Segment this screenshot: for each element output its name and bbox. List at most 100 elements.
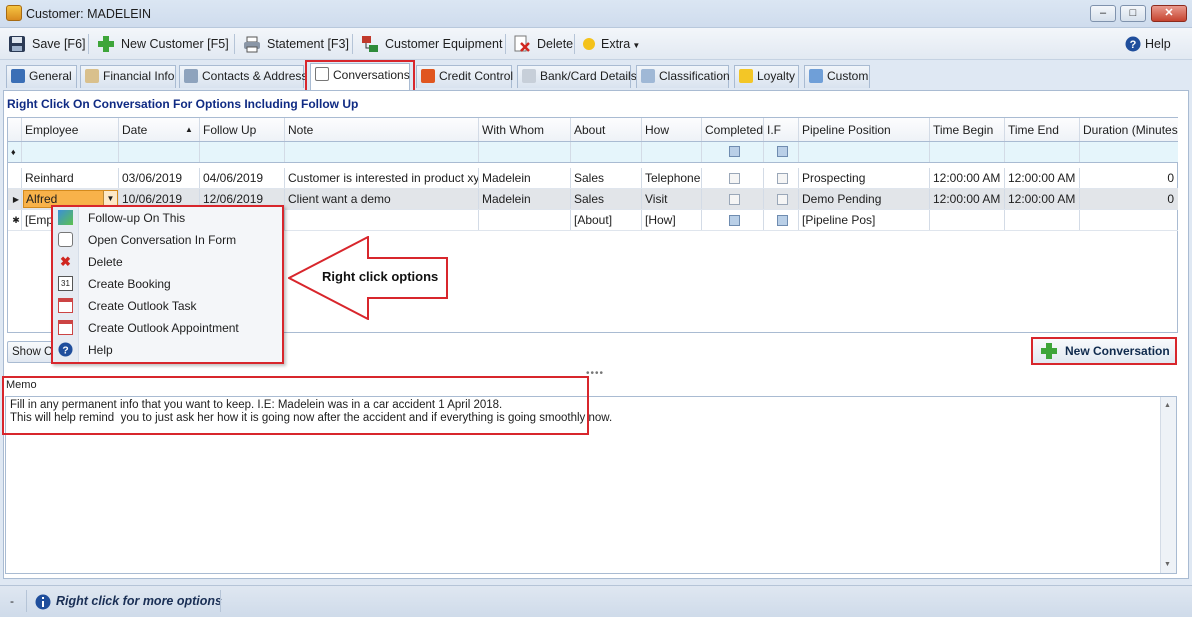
filter-cell[interactable] bbox=[1005, 142, 1080, 162]
tab-conversations[interactable]: Conversations bbox=[310, 63, 410, 90]
svg-text:?: ? bbox=[1130, 39, 1137, 51]
note-cell[interactable]: Client want a demo bbox=[285, 189, 479, 209]
customer-equipment-button[interactable]: Customer Equipment bbox=[361, 34, 502, 54]
completed-filter-checkbox[interactable] bbox=[728, 146, 740, 158]
filter-cell[interactable] bbox=[930, 142, 1005, 162]
new-conversation-button[interactable]: New Conversation bbox=[1031, 337, 1177, 365]
employee-cell[interactable]: Reinhard bbox=[22, 168, 119, 188]
scroll-down-icon[interactable]: ▼ bbox=[1164, 561, 1171, 568]
column-header[interactable]: Time Begin bbox=[930, 118, 1005, 141]
filter-cell[interactable] bbox=[200, 142, 285, 162]
tab-credit-control[interactable]: Credit Control bbox=[416, 65, 513, 88]
filter-cell[interactable] bbox=[799, 142, 930, 162]
menu-item-create-outlook-task[interactable]: Create Outlook Task bbox=[53, 295, 282, 317]
column-header[interactable]: How bbox=[642, 118, 702, 141]
with-whom-cell[interactable] bbox=[479, 210, 571, 230]
show-customer-button[interactable]: Show Cu bbox=[7, 341, 57, 363]
memo-textarea[interactable]: Fill in any permanent info that you want… bbox=[5, 396, 1177, 574]
save-button[interactable]: Save [F6] bbox=[8, 34, 86, 54]
time-end-cell[interactable] bbox=[1005, 210, 1080, 230]
pipeline-cell[interactable]: [Pipeline Pos] bbox=[799, 210, 930, 230]
memo-scrollbar[interactable]: ▲ ▼ bbox=[1160, 397, 1176, 573]
completed-checkbox[interactable] bbox=[728, 215, 740, 227]
tab-label: Financial Info bbox=[103, 69, 175, 83]
time-end-cell[interactable]: 12:00:00 AM bbox=[1005, 168, 1080, 188]
grid-filter-row: ♦ bbox=[8, 142, 1178, 163]
duration-cell[interactable] bbox=[1080, 210, 1178, 230]
maximize-button[interactable]: □ bbox=[1120, 5, 1146, 22]
filter-cell[interactable] bbox=[571, 142, 642, 162]
filter-cell[interactable] bbox=[479, 142, 571, 162]
how-cell[interactable]: [How] bbox=[642, 210, 702, 230]
about-cell[interactable]: [About] bbox=[571, 210, 642, 230]
extra-menu-button[interactable]: Extra ▼ bbox=[582, 34, 640, 54]
menu-item-create-outlook-appointment[interactable]: Create Outlook Appointment bbox=[53, 317, 282, 339]
scroll-up-icon[interactable]: ▲ bbox=[1164, 402, 1171, 409]
time-begin-cell[interactable] bbox=[930, 210, 1005, 230]
menu-item-open-conversation[interactable]: Open Conversation In Form bbox=[53, 229, 282, 251]
follow-up-cell[interactable]: 04/06/2019 bbox=[200, 168, 285, 188]
time-begin-cell[interactable]: 12:00:00 AM bbox=[930, 168, 1005, 188]
how-cell[interactable]: Visit bbox=[642, 189, 702, 209]
tab-financial-info[interactable]: Financial Info bbox=[80, 65, 176, 88]
column-header[interactable]: Pipeline Position bbox=[799, 118, 930, 141]
filter-cell[interactable] bbox=[22, 142, 119, 162]
tab-loyalty[interactable]: Loyalty bbox=[734, 65, 799, 88]
duration-cell[interactable]: 0 bbox=[1080, 168, 1178, 188]
close-button[interactable]: ✕ bbox=[1151, 5, 1187, 22]
time-begin-cell[interactable]: 12:00:00 AM bbox=[930, 189, 1005, 209]
tab-classification[interactable]: Classification bbox=[636, 65, 730, 88]
about-cell[interactable]: Sales bbox=[571, 189, 642, 209]
filter-cell[interactable] bbox=[119, 142, 200, 162]
filter-cell[interactable] bbox=[285, 142, 479, 162]
tab-label: Bank/Card Details bbox=[540, 69, 637, 83]
tab-contacts-address[interactable]: Contacts & Address bbox=[179, 65, 307, 88]
completed-checkbox[interactable] bbox=[728, 173, 740, 185]
menu-item-follow-up[interactable]: Follow-up On This bbox=[53, 207, 282, 229]
statement-button[interactable]: Statement [F3] bbox=[243, 34, 349, 54]
tab-bank-card-details[interactable]: Bank/Card Details bbox=[517, 65, 637, 88]
if-filter-checkbox[interactable] bbox=[777, 146, 788, 158]
table-row[interactable]: Reinhard 03/06/2019 04/06/2019 Customer … bbox=[8, 168, 1178, 189]
menu-item-create-booking[interactable]: 31 Create Booking bbox=[53, 273, 282, 295]
menu-item-help[interactable]: ? Help bbox=[53, 339, 282, 361]
with-whom-cell[interactable]: Madelein bbox=[479, 168, 571, 188]
menu-item-delete[interactable]: ✖ Delete bbox=[53, 251, 282, 273]
new-customer-button[interactable]: New Customer [F5] bbox=[97, 34, 229, 54]
delete-button[interactable]: Delete bbox=[513, 34, 573, 54]
filter-cell[interactable] bbox=[642, 142, 702, 162]
with-whom-cell[interactable]: Madelein bbox=[479, 189, 571, 209]
note-cell[interactable] bbox=[285, 210, 479, 230]
column-header[interactable]: Time End bbox=[1005, 118, 1080, 141]
duration-cell[interactable]: 0 bbox=[1080, 189, 1178, 209]
column-header[interactable]: Duration (Minutes) bbox=[1080, 118, 1178, 141]
column-header[interactable]: About bbox=[571, 118, 642, 141]
column-header[interactable]: Employee bbox=[22, 118, 119, 141]
follow-up-icon bbox=[58, 210, 73, 225]
column-header[interactable]: Follow Up bbox=[200, 118, 285, 141]
time-end-cell[interactable]: 12:00:00 AM bbox=[1005, 189, 1080, 209]
about-cell[interactable]: Sales bbox=[571, 168, 642, 188]
delete-icon bbox=[514, 35, 530, 52]
column-header-date[interactable]: Date ▲ bbox=[119, 118, 200, 141]
if-checkbox[interactable] bbox=[777, 215, 788, 227]
splitter-handle[interactable]: •••• bbox=[586, 368, 604, 379]
how-cell[interactable]: Telephone bbox=[642, 168, 702, 188]
info-icon bbox=[35, 594, 51, 610]
minimize-button[interactable]: – bbox=[1090, 5, 1116, 22]
pipeline-cell[interactable]: Demo Pending bbox=[799, 189, 930, 209]
if-checkbox[interactable] bbox=[777, 194, 788, 206]
tab-custom[interactable]: Custom bbox=[804, 65, 870, 88]
column-header[interactable]: I.F bbox=[764, 118, 799, 141]
if-checkbox[interactable] bbox=[777, 173, 788, 185]
filter-cell[interactable] bbox=[1080, 142, 1178, 162]
tab-general[interactable]: General bbox=[6, 65, 77, 88]
note-cell[interactable]: Customer is interested in product xy... bbox=[285, 168, 479, 188]
pipeline-cell[interactable]: Prospecting bbox=[799, 168, 930, 188]
help-button[interactable]: ? Help bbox=[1125, 34, 1171, 54]
column-header[interactable]: With Whom bbox=[479, 118, 571, 141]
column-header[interactable]: Completed bbox=[702, 118, 764, 141]
date-cell[interactable]: 03/06/2019 bbox=[119, 168, 200, 188]
column-header[interactable]: Note bbox=[285, 118, 479, 141]
completed-checkbox[interactable] bbox=[728, 194, 740, 206]
